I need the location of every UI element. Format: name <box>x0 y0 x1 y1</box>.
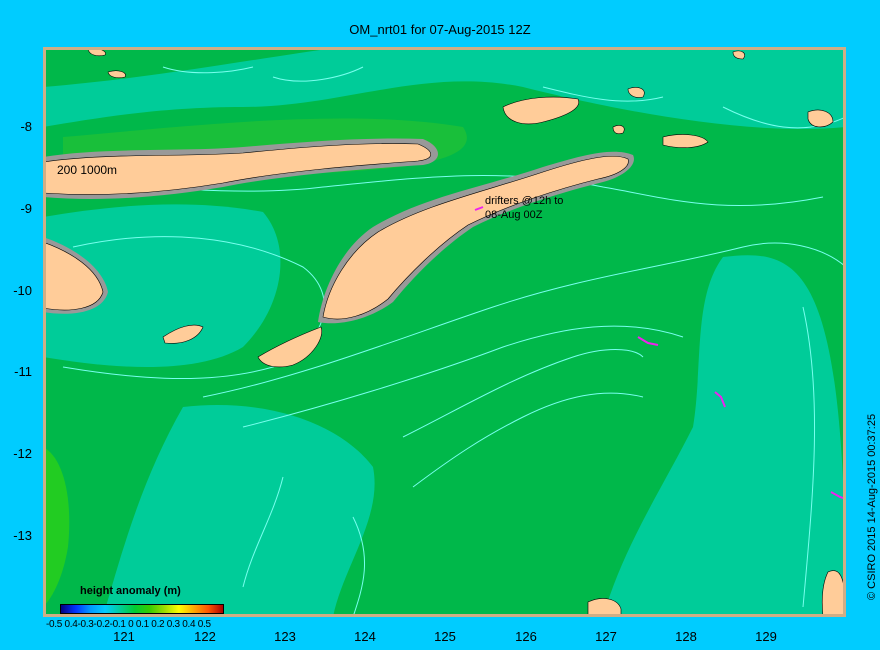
x-tick-label: 128 <box>675 629 697 644</box>
isobath-label: 200 1000m <box>57 163 117 177</box>
y-tick-label: -8 <box>20 119 32 134</box>
sea-height-map: 200 1000m drifters @12h to 08-Aug 00Z <box>43 47 846 617</box>
x-tick-label: 122 <box>194 629 216 644</box>
y-tick-label: -9 <box>20 201 32 216</box>
x-tick-label: 124 <box>354 629 376 644</box>
drifters-label: drifters @12h to <box>485 195 563 207</box>
x-tick-label: 127 <box>595 629 617 644</box>
x-tick-label: 126 <box>515 629 537 644</box>
credit-text: © CSIRO 2015 14-Aug-2015 00:37:25 <box>866 413 878 600</box>
colorbar <box>60 604 224 614</box>
x-tick-label: 125 <box>434 629 456 644</box>
x-tick-label: 123 <box>274 629 296 644</box>
drifters-label: 08-Aug 00Z <box>485 209 543 221</box>
map-title: OM_nrt01 for 07-Aug-2015 12Z <box>349 22 531 37</box>
colorbar-title: height anomaly (m) <box>80 585 181 597</box>
y-tick-label: -13 <box>13 528 32 543</box>
x-tick-label: 121 <box>113 629 135 644</box>
y-tick-label: -10 <box>13 283 32 298</box>
y-tick-label: -11 <box>14 364 32 379</box>
y-tick-label: -12 <box>13 446 32 461</box>
x-tick-label: 129 <box>755 629 777 644</box>
colorbar-tick-labels: -0.5 0.4-0.3-0.2-0.1 0 0.1 0.2 0.3 0.4 0… <box>46 619 211 630</box>
